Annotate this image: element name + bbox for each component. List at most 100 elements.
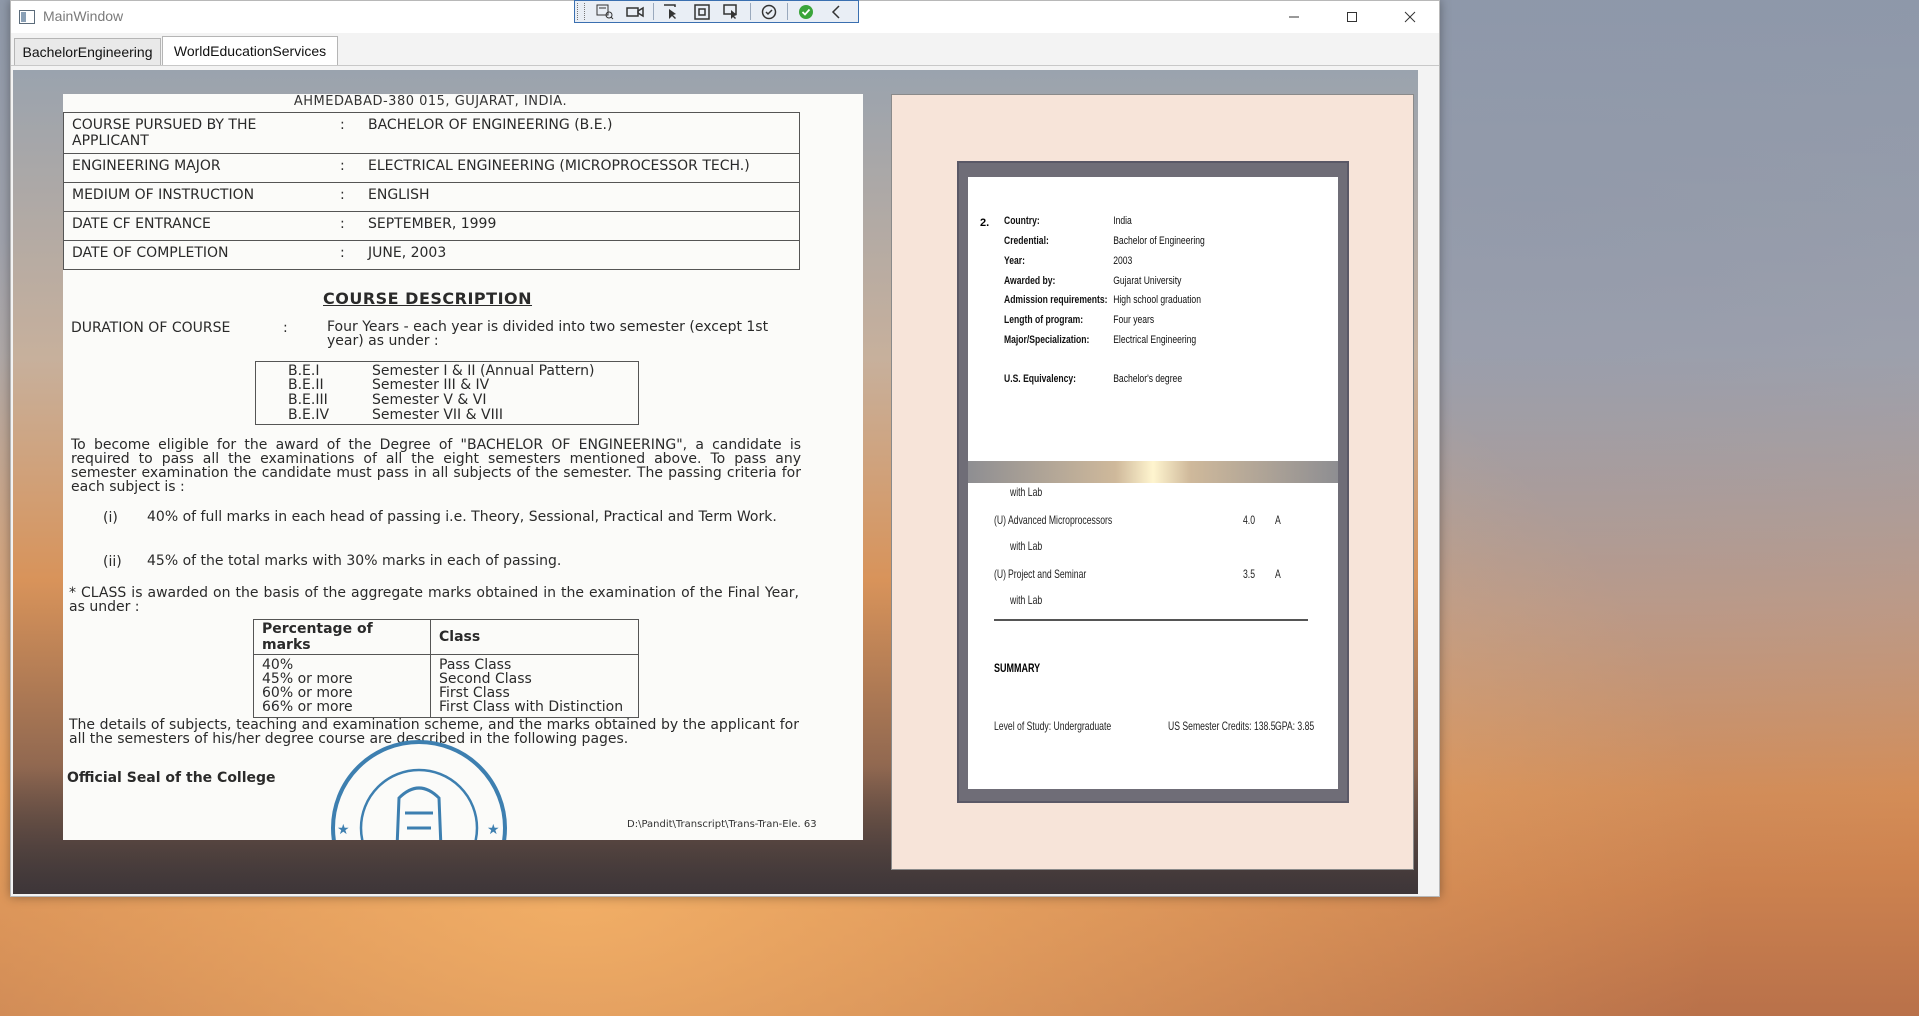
wes-document-frame: 2. Country: India Credential: Bachelor of … (957, 161, 1349, 803)
wes-field-row: Country: India (1004, 215, 1132, 231)
minimize-icon (1289, 16, 1299, 18)
info-label: COURSE PURSUED BY THE APPLICANT (63, 112, 340, 154)
wes-panel: 2. Country: India Credential: Bachelor of … (891, 94, 1414, 870)
wes-field-value: 2003 (1113, 255, 1133, 267)
file-reference: D:\Pandit\Transcript\Trans-Tran-Ele. 63 (627, 819, 817, 830)
record-button[interactable] (621, 2, 649, 21)
minimize-button[interactable] (1271, 1, 1317, 33)
class-name: First Class with Distinction (439, 699, 624, 715)
toolbar-separator (750, 3, 751, 20)
class-table-header: Class (430, 619, 639, 655)
hot-reload-button[interactable] (792, 2, 820, 21)
course-grade: A (1275, 513, 1281, 527)
record-icon (626, 6, 644, 17)
wes-field-row: Credential: Bachelor of Engineering (1004, 235, 1205, 251)
transcript-image: AHMEDABAD-380 015, GUJARAT, INDIA. COURS… (63, 94, 863, 840)
wes-background-strip (968, 461, 1338, 483)
svg-text:★: ★ (337, 822, 350, 838)
wes-field-key: Length of program: (1004, 314, 1084, 326)
semester-row: B.E.I Semester I & II (Annual Pattern) (288, 364, 594, 378)
semester-desc: Semester VII & VIII (372, 407, 503, 423)
class-name: First Class (439, 685, 510, 701)
track-focus-button[interactable] (718, 2, 746, 21)
wes-field-row: Awarded by: Gujarat University (1004, 275, 1181, 291)
wes-field-value: High school graduation (1113, 294, 1201, 306)
class-pct: 40% (262, 657, 294, 673)
summary-title: SUMMARY (994, 661, 1041, 675)
info-colon: : (340, 211, 360, 241)
course-credits: 3.5 (1243, 567, 1256, 581)
toolbar-separator (787, 3, 788, 20)
wes-equivalency-row: U.S. Equivalency: Bachelor's degree (1004, 373, 1182, 389)
class-pct: 45% or more (262, 671, 353, 687)
wes-equivalency-value: Bachelor's degree (1113, 373, 1183, 385)
info-label: DATE CF ENTRANCE (63, 211, 340, 241)
semester-row: B.E.III Semester V & VI (288, 393, 486, 407)
info-colon: : (340, 153, 360, 183)
runtime-debug-toolbar (574, 0, 859, 23)
collapse-toolbar-button[interactable] (822, 2, 850, 21)
wes-field-row: Year: 2003 (1004, 255, 1132, 271)
live-visual-tree-button[interactable] (591, 2, 619, 21)
binding-failures-button[interactable] (755, 2, 783, 21)
info-row: DATE CF ENTRANCE : SEPTEMBER, 1999 (63, 211, 800, 241)
wes-field-value: Electrical Engineering (1113, 334, 1197, 346)
info-label: ENGINEERING MAJOR (63, 153, 340, 183)
display-layout-adorners-icon (694, 3, 710, 20)
transcript-address: AHMEDABAD-380 015, GUJARAT, INDIA. (293, 94, 568, 109)
course-prefix: (U) (994, 567, 1007, 581)
criteria-text: 45% of the total marks with 30% marks in… (147, 553, 562, 569)
class-table: Percentage of marks Class 40% 45% or mor… (253, 619, 639, 718)
semester-desc: Semester V & VI (372, 392, 487, 408)
duration-label: DURATION OF COURSE (71, 320, 231, 336)
summary-gpa: GPA: 3.85 (1275, 719, 1315, 733)
class-table-header: Percentage of marks (253, 619, 431, 655)
wes-field-row: Major/Specialization: Electrical Engineer… (1004, 334, 1196, 350)
info-row: COURSE PURSUED BY THE APPLICANT : BACHEL… (63, 112, 800, 154)
track-focus-icon (723, 3, 737, 19)
criteria-number: (ii) (103, 554, 122, 570)
info-colon: : (340, 240, 360, 270)
criteria-number: (i) (103, 510, 118, 526)
app-window-icon (19, 10, 35, 24)
toolbar-grip[interactable] (577, 3, 585, 20)
duration-text: Four Years - each year is divided into t… (327, 319, 769, 349)
class-pct: 60% or more (262, 685, 353, 701)
tab-divider (11, 65, 1439, 66)
semester-row: B.E.II Semester III & IV (288, 378, 489, 392)
wes-field-key: Major/Specialization: (1004, 334, 1090, 346)
info-value: SEPTEMBER, 1999 (360, 211, 800, 241)
tab-world-education-services[interactable]: WorldEducationServices (162, 36, 338, 65)
main-window: MainWindow BachelorEngineering WorldEduc… (10, 0, 1440, 897)
close-button[interactable] (1387, 1, 1433, 33)
class-pct: 66% or more (262, 699, 353, 715)
toolbar-separator (653, 3, 654, 20)
tab-bachelor-engineering[interactable]: BachelorEngineering (14, 38, 161, 65)
wes-field-key: Awarded by: (1004, 275, 1056, 287)
course-description-heading: COURSE DESCRIPTION (323, 289, 533, 308)
criteria-text: 40% of full marks in each head of passin… (147, 509, 777, 525)
course-credits: 4.0 (1243, 513, 1256, 527)
select-element-button[interactable] (658, 2, 686, 21)
semester-row: B.E.IV Semester VII & VIII (288, 408, 503, 422)
display-adorners-button[interactable] (688, 2, 716, 21)
wes-field-key: Admission requirements: (1004, 294, 1108, 306)
info-colon: : (340, 182, 360, 212)
summary-credits: US Semester Credits: 138.5 (1168, 719, 1276, 733)
info-row: DATE OF COMPLETION : JUNE, 2003 (63, 240, 800, 270)
info-label: MEDIUM OF INSTRUCTION (63, 182, 340, 212)
window-title: MainWindow (43, 8, 124, 24)
wes-evaluation-top: 2. Country: India Credential: Bachelor of … (968, 177, 1338, 461)
info-colon: : (340, 112, 360, 154)
info-row: MEDIUM OF INSTRUCTION : ENGLISH (63, 182, 800, 212)
eligibility-paragraph: To become eligible for the award of the … (71, 437, 801, 495)
info-value: ENGLISH (360, 182, 800, 212)
live-visual-tree-icon (596, 4, 614, 19)
wes-item-number: 2. (980, 217, 990, 229)
maximize-button[interactable] (1329, 1, 1375, 33)
info-value: BACHELOR OF ENGINEERING (B.E.) (360, 112, 800, 154)
wes-field-key: Year: (1004, 255, 1025, 267)
info-value: ELECTRICAL ENGINEERING (MICROPROCESSOR T… (360, 153, 800, 183)
tab-content: AHMEDABAD-380 015, GUJARAT, INDIA. COURS… (13, 70, 1418, 894)
close-icon (1404, 11, 1416, 23)
